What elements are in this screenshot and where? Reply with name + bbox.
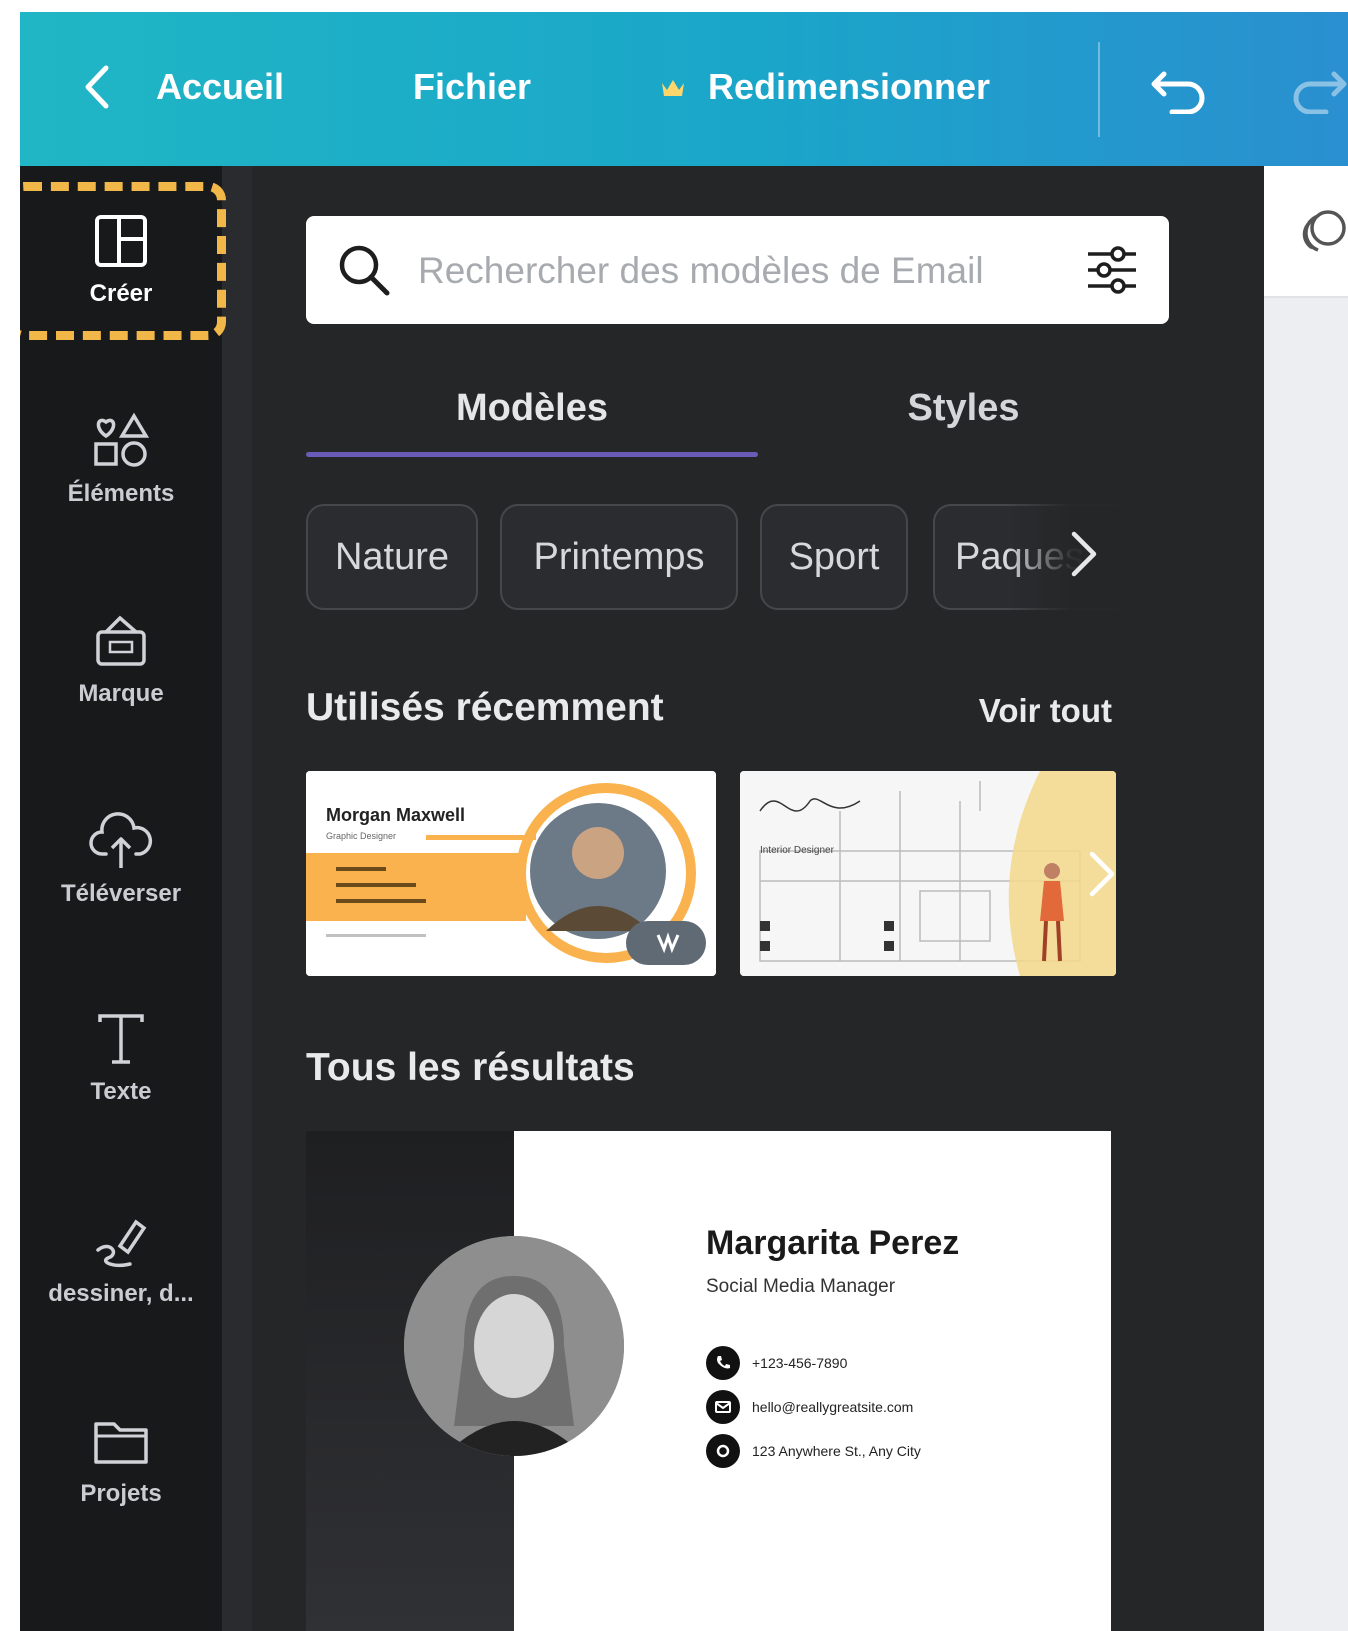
- rail-separator: [222, 166, 252, 1631]
- shapes-icon: [86, 406, 156, 476]
- card-address-row: 123 Anywhere St., Any City: [706, 1434, 921, 1468]
- profile-photo: [404, 1236, 624, 1456]
- category-chips: Nature Printemps Sport Paques: [306, 504, 1116, 614]
- card-phone: +123-456-7890: [752, 1355, 848, 1371]
- draw-pen-icon: [86, 1206, 156, 1276]
- rail-item-elements[interactable]: Éléments: [20, 406, 222, 508]
- panel-tabs: Modèles Styles: [306, 366, 1169, 458]
- search-bar: [306, 216, 1169, 324]
- card-phone-row: +123-456-7890: [706, 1346, 847, 1380]
- chevron-right-icon[interactable]: [1064, 526, 1114, 586]
- location-pin-icon: [706, 1434, 740, 1468]
- thumb-1-subtitle: Graphic Designer: [326, 831, 397, 841]
- filter-sliders-icon[interactable]: [1084, 242, 1140, 298]
- rail-label-text: Texte: [90, 1078, 152, 1105]
- rail-label-upload: Téléverser: [60, 880, 182, 907]
- result-template-card[interactable]: Margarita Perez Social Media Manager +12…: [306, 1131, 1111, 1631]
- file-menu[interactable]: Fichier: [413, 57, 531, 117]
- resize-label: Redimensionner: [708, 66, 991, 107]
- canvas-toolbar: [1264, 166, 1348, 298]
- card-email-row: hello@reallygreatsite.com: [706, 1390, 913, 1424]
- rail-label-projects: Projets: [80, 1480, 162, 1507]
- recent-heading: Utilisés récemment: [306, 686, 664, 729]
- text-t-icon: [86, 1004, 156, 1074]
- recent-template-1[interactable]: Morgan Maxwell Graphic Designer: [306, 771, 716, 976]
- active-tab-indicator: [306, 452, 758, 457]
- card-email: hello@reallygreatsite.com: [752, 1399, 914, 1415]
- rail-label-draw: dessiner, d...: [48, 1280, 194, 1307]
- chevron-right-icon[interactable]: [1082, 846, 1122, 906]
- rail-label-brand: Marque: [78, 680, 164, 707]
- animate-icon[interactable]: [1298, 206, 1348, 256]
- design-canvas-area: [1264, 166, 1348, 1631]
- rail-item-upload[interactable]: Téléverser: [20, 806, 222, 908]
- tab-styles[interactable]: Styles: [758, 366, 1169, 451]
- brand-kit-icon: [86, 606, 156, 676]
- back-chevron-icon[interactable]: [82, 57, 122, 117]
- search-icon: [336, 242, 392, 298]
- chip-nature[interactable]: Nature: [306, 504, 478, 610]
- rail-item-text[interactable]: Texte: [20, 1004, 222, 1106]
- mail-icon: [706, 1390, 740, 1424]
- thumb-1-name: Morgan Maxwell: [326, 805, 466, 825]
- chip-printemps[interactable]: Printemps: [500, 504, 738, 610]
- card-name: Margarita Perez: [706, 1224, 960, 1262]
- rail-item-brand[interactable]: Marque: [20, 606, 222, 708]
- card-role: Social Media Manager: [706, 1276, 896, 1297]
- top-bar: Accueil Fichier Redimensionner: [20, 12, 1348, 166]
- crown-icon: [660, 66, 686, 108]
- rail-label-elements: Éléments: [67, 480, 175, 507]
- all-results-heading: Tous les résultats: [306, 1046, 635, 1089]
- templates-panel: Modèles Styles Nature Printemps Sport Pa…: [252, 166, 1264, 1631]
- rail-item-draw[interactable]: dessiner, d...: [20, 1206, 222, 1308]
- recent-thumb-2-art: [740, 771, 1116, 976]
- rail-item-projects[interactable]: Projets: [20, 1406, 222, 1508]
- chip-sport[interactable]: Sport: [760, 504, 908, 610]
- undo-icon[interactable]: [1150, 64, 1210, 115]
- search-input[interactable]: [416, 236, 1060, 306]
- topbar-divider: [1098, 42, 1100, 137]
- phone-icon: [706, 1346, 740, 1380]
- recent-template-2[interactable]: Interior Designer: [740, 771, 1116, 976]
- redo-icon[interactable]: [1288, 64, 1348, 115]
- editor-app: Accueil Fichier Redimensionner Créer Élé…: [20, 12, 1348, 1631]
- tab-models[interactable]: Modèles: [306, 366, 758, 451]
- see-all-link[interactable]: Voir tout: [952, 692, 1112, 730]
- recent-thumb-1-art: [306, 771, 716, 976]
- home-link[interactable]: Accueil: [156, 57, 284, 117]
- cloud-upload-icon: [86, 806, 156, 876]
- card-address: 123 Anywhere St., Any City: [752, 1443, 921, 1459]
- create-highlight-outline: [20, 182, 226, 340]
- resize-button[interactable]: Redimensionner: [660, 57, 990, 117]
- side-rail: Créer Éléments Marque Téléverser Texte d…: [20, 166, 222, 1631]
- thumb-2-subtitle: Interior Designer: [760, 845, 834, 856]
- folder-icon: [86, 1406, 156, 1476]
